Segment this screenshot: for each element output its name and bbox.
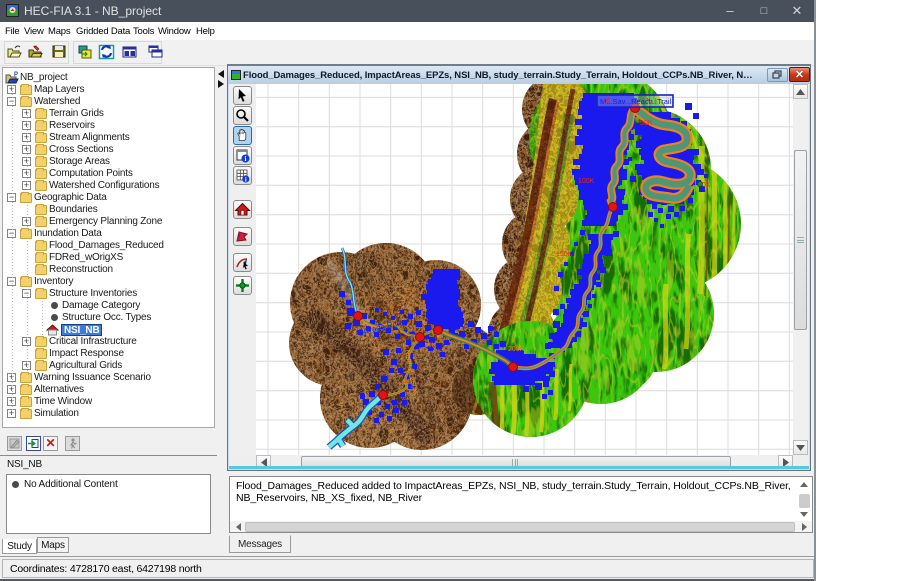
svg-text:50K: 50K <box>640 120 653 127</box>
svg-text:0K: 0K <box>428 342 437 349</box>
svg-text:i: i <box>245 177 247 184</box>
svg-text:200K: 200K <box>508 346 525 353</box>
svg-text:150K: 150K <box>556 251 573 258</box>
svg-text:100K: 100K <box>578 178 595 185</box>
svg-text:0K: 0K <box>702 182 711 189</box>
svg-text:i: i <box>245 155 247 163</box>
svg-text:P: P <box>14 72 18 78</box>
svg-text:M...Sav...Reach..Trail: M...Sav...Reach..Trail <box>600 97 672 106</box>
